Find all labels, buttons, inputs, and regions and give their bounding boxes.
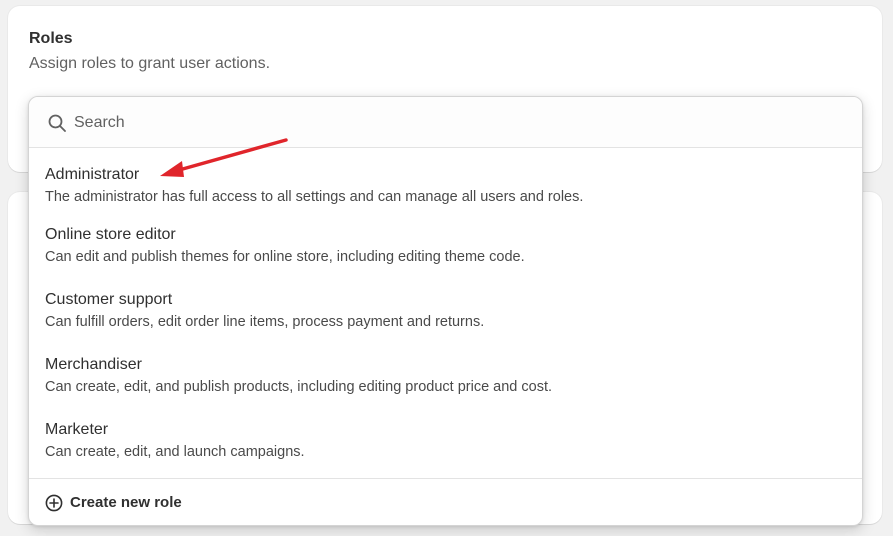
role-description: Can edit and publish themes for online s… bbox=[45, 249, 525, 265]
role-name: Customer support bbox=[45, 291, 173, 308]
create-new-role-button[interactable]: Create new role bbox=[29, 478, 862, 525]
role-description: The administrator has full access to all… bbox=[45, 189, 584, 205]
role-option-merchandiser[interactable]: Merchandiser Can create, edit, and publi… bbox=[29, 355, 862, 415]
role-option-marketer[interactable]: Marketer Can create, edit, and launch ca… bbox=[29, 420, 862, 480]
role-description: Can create, edit, and launch campaigns. bbox=[45, 444, 305, 460]
create-new-role-label: Create new role bbox=[70, 494, 182, 511]
roles-card-subtitle: Assign roles to grant user actions. bbox=[29, 55, 271, 72]
roles-card-title: Roles bbox=[29, 30, 73, 47]
role-description: Can fulfill orders, edit order line item… bbox=[45, 314, 485, 330]
plus-circle-icon bbox=[45, 494, 63, 512]
annotation-arrow bbox=[160, 138, 288, 177]
search-icon bbox=[48, 114, 66, 132]
role-name: Merchandiser bbox=[45, 356, 142, 373]
role-description: Can create, edit, and publish products, … bbox=[45, 379, 553, 395]
role-option-customer-support[interactable]: Customer support Can fulfill orders, edi… bbox=[29, 290, 862, 350]
role-name: Online store editor bbox=[45, 226, 176, 243]
role-name: Marketer bbox=[45, 421, 109, 438]
role-option-online-store-editor[interactable]: Online store editor Can edit and publish… bbox=[29, 225, 862, 285]
